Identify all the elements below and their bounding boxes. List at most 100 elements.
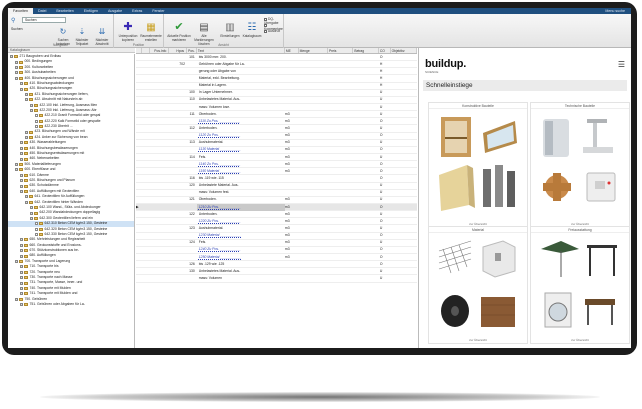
- expand-toggle-icon[interactable]: −: [25, 98, 28, 102]
- cell-text[interactable]: 1120 Zu Pos. ___________: [197, 132, 285, 139]
- create-room-button[interactable]: ▦ Raumelemente erstellen: [140, 22, 162, 44]
- cell-text[interactable]: mass: Volumen fest.: [197, 189, 285, 196]
- cell-text[interactable]: 1150 Material ___________: [197, 168, 285, 175]
- settings-button[interactable]: ▥ Einstellungen: [219, 22, 241, 44]
- expand-toggle-icon[interactable]: −: [20, 286, 23, 290]
- expand-toggle-icon[interactable]: −: [30, 216, 33, 220]
- cell-text[interactable]: Unbelastete Material. Aus-: [197, 182, 285, 189]
- cell-text[interactable]: 1220 Zu Pos. ___________: [197, 218, 285, 225]
- buildup-logo[interactable]: buildup.: [425, 58, 466, 70]
- cell-text[interactable]: 1140 Zu Pos. ___________: [197, 161, 285, 168]
- expand-toggle-icon[interactable]: −: [30, 206, 33, 210]
- card-technical-parts[interactable]: Technische Bauteile zur Übersicht: [530, 102, 630, 228]
- column-header[interactable]: Objektbz: [391, 48, 417, 53]
- expand-toggle-icon[interactable]: −: [15, 168, 18, 172]
- hamburger-menu-icon[interactable]: ☰: [618, 60, 625, 69]
- cell-text[interactable]: Fels.: [197, 154, 285, 161]
- expand-toggle-icon[interactable]: −: [15, 76, 18, 80]
- cell-text[interactable]: Oberboden.: [197, 111, 285, 118]
- expand-toggle-icon[interactable]: −: [20, 238, 23, 242]
- expand-toggle-icon[interactable]: −: [30, 103, 33, 107]
- expand-toggle-icon[interactable]: −: [20, 249, 23, 253]
- cell-text[interactable]: bis .129 wie .125: [197, 261, 285, 268]
- cell-text[interactable]: gerung oder Abgabe von: [197, 68, 285, 75]
- expand-toggle-icon[interactable]: −: [15, 60, 18, 64]
- expand-toggle-icon[interactable]: [35, 125, 38, 129]
- expand-toggle-icon[interactable]: −: [30, 211, 33, 215]
- column-header[interactable]: CO: [379, 48, 391, 53]
- cell-text[interactable]: In Lager Unternehmer.: [197, 89, 285, 96]
- cell-text[interactable]: Material, exkl. Bearbeitung.: [197, 75, 285, 82]
- expand-toggle-icon[interactable]: −: [15, 260, 18, 264]
- column-header[interactable]: Pos.Info: [150, 48, 170, 53]
- expand-toggle-icon[interactable]: −: [20, 281, 23, 285]
- expand-toggle-icon[interactable]: −: [15, 297, 18, 301]
- expand-toggle-icon[interactable]: −: [20, 82, 23, 86]
- search-input[interactable]: Suchen: [22, 17, 66, 23]
- expand-toggle-icon[interactable]: [35, 119, 38, 123]
- clear-marks-button[interactable]: ▤ Alle Markierungen löschen: [192, 22, 216, 46]
- expand-toggle-icon[interactable]: −: [25, 200, 28, 204]
- expand-toggle-icon[interactable]: −: [20, 141, 23, 145]
- expand-toggle-icon[interactable]: −: [20, 254, 23, 258]
- expand-toggle-icon[interactable]: −: [20, 146, 23, 150]
- expand-toggle-icon[interactable]: −: [25, 92, 28, 96]
- expand-toggle-icon[interactable]: −: [20, 276, 23, 280]
- expand-toggle-icon[interactable]: −: [20, 292, 23, 296]
- table-row[interactable]: mass: Volumen U: [136, 275, 417, 283]
- column-header[interactable]: Menge: [299, 48, 328, 53]
- column-header[interactable]: Pos.: [187, 48, 197, 53]
- expand-toggle-icon[interactable]: −: [20, 184, 23, 188]
- cell-text[interactable]: Unterboden.: [197, 125, 285, 132]
- expand-toggle-icon[interactable]: [35, 222, 38, 226]
- catalog-tree-button[interactable]: ☷ Katalogbaum: [242, 22, 262, 44]
- cell-text[interactable]: Aushubmaterial.: [197, 139, 285, 146]
- cell-text[interactable]: Oberboden.: [197, 196, 285, 203]
- expand-toggle-icon[interactable]: −: [25, 130, 28, 134]
- expand-toggle-icon[interactable]: −: [15, 163, 18, 166]
- column-header[interactable]: Text: [197, 48, 285, 53]
- expand-toggle-icon[interactable]: −: [15, 65, 18, 69]
- tree-item[interactable]: − 751. Gebühren oder Abgaben für La-: [8, 302, 134, 307]
- expand-toggle-icon[interactable]: −: [20, 173, 23, 177]
- card-fixtures[interactable]: Freiausstattung zur Übersicht: [530, 226, 630, 344]
- cell-text[interactable]: 1110 Zu Pos. ___________: [197, 118, 285, 125]
- column-header[interactable]: Hpos: [169, 48, 188, 53]
- expand-toggle-icon[interactable]: −: [20, 189, 23, 193]
- cell-text[interactable]: mass: Volumen: [197, 275, 285, 282]
- cell-text[interactable]: Unbelastetes Material. Aus-: [197, 96, 285, 103]
- expand-toggle-icon[interactable]: −: [20, 87, 23, 91]
- cell-text[interactable]: Gebühren oder Abgabe für La-: [197, 61, 285, 68]
- cell-text[interactable]: Unbelastetes Material. Aus-: [197, 268, 285, 275]
- cell-text[interactable]: 1250 Material ___________: [197, 254, 285, 261]
- cell-text[interactable]: 1240 Zu Pos. ___________: [197, 246, 285, 253]
- expand-toggle-icon[interactable]: −: [20, 243, 23, 247]
- expand-toggle-icon[interactable]: −: [20, 303, 23, 307]
- cell-text[interactable]: 1210 Zu Pos. ___________: [196, 203, 285, 211]
- cell-text[interactable]: Unterboden.: [197, 211, 285, 218]
- cell-text[interactable]: Fels.: [197, 239, 285, 246]
- expand-toggle-icon[interactable]: [35, 227, 38, 231]
- expand-toggle-icon[interactable]: −: [15, 71, 18, 75]
- print-checkbox[interactable]: Ausdrux: [264, 29, 280, 33]
- cell-text[interactable]: mass: Volumen lose.: [197, 104, 285, 111]
- card-material[interactable]: Material zur Übersicht: [428, 226, 528, 344]
- expand-toggle-icon[interactable]: −: [25, 195, 28, 199]
- expand-toggle-icon[interactable]: −: [10, 55, 13, 59]
- expand-toggle-icon[interactable]: −: [20, 179, 23, 183]
- expand-toggle-icon[interactable]: [35, 114, 38, 118]
- column-header[interactable]: Betrag: [353, 48, 379, 53]
- cell-text[interactable]: 1130 Material ___________: [197, 146, 285, 153]
- column-header[interactable]: Preis: [328, 48, 354, 53]
- expand-toggle-icon[interactable]: [35, 233, 38, 237]
- mark-position-button[interactable]: ✔ Aktuelle Position markieren: [167, 22, 191, 44]
- add-subposition-button[interactable]: ✚ Unterposition kopieren: [117, 22, 139, 44]
- cell-text[interactable]: bis 3000 mm: 200.: [197, 54, 285, 61]
- card-construction-parts[interactable]: Konstruktive Bauteile zur Übersicht: [428, 102, 528, 228]
- cell-text[interactable]: bis .119 wie .115: [197, 175, 285, 182]
- expand-toggle-icon[interactable]: −: [20, 157, 23, 161]
- cell-text[interactable]: 1230 Material ___________: [197, 232, 285, 239]
- expand-toggle-icon[interactable]: −: [20, 265, 23, 269]
- column-header[interactable]: ME: [285, 48, 299, 53]
- expand-toggle-icon[interactable]: −: [20, 270, 23, 274]
